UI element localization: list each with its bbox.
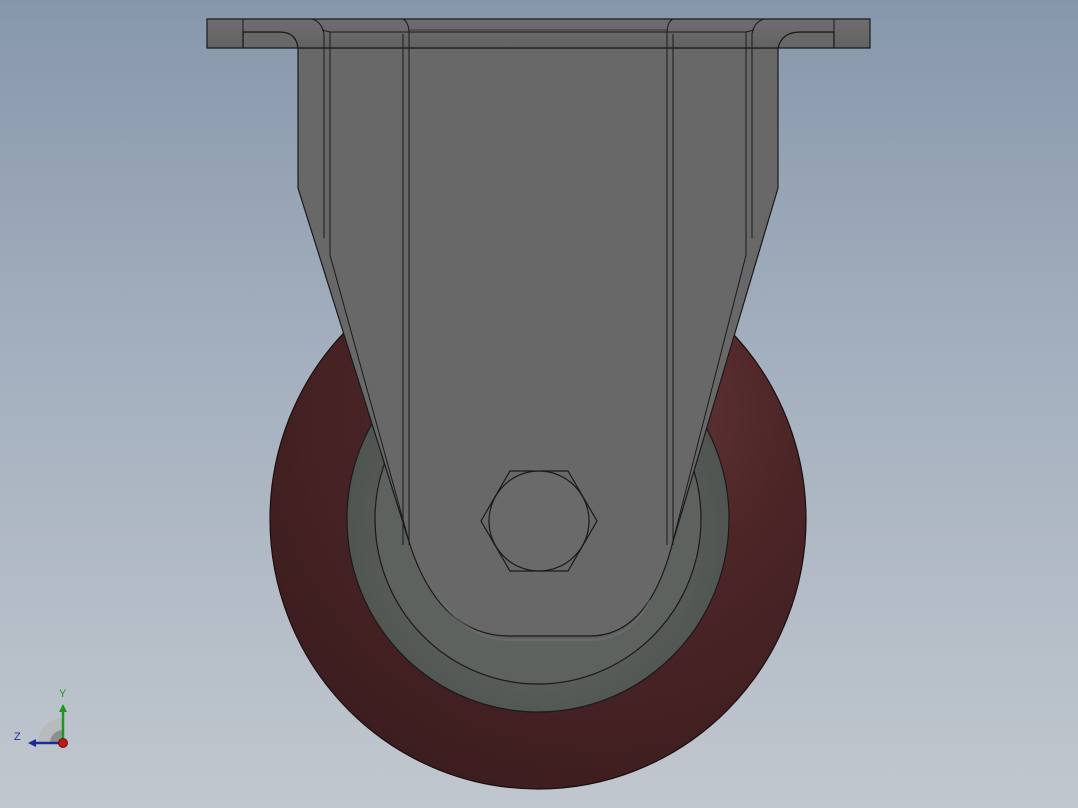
view-orientation-triad[interactable]: Y Z	[10, 686, 80, 752]
axle-nut-face	[488, 470, 590, 572]
triad-z-label: Z	[14, 731, 21, 743]
graphics-viewport[interactable]: Y Z	[0, 0, 1078, 808]
triad-y-label: Y	[59, 688, 67, 700]
triad-x-axis-origin	[58, 738, 68, 748]
mounting-plate	[206, 18, 871, 49]
caster-wheel-model[interactable]	[0, 0, 1078, 808]
